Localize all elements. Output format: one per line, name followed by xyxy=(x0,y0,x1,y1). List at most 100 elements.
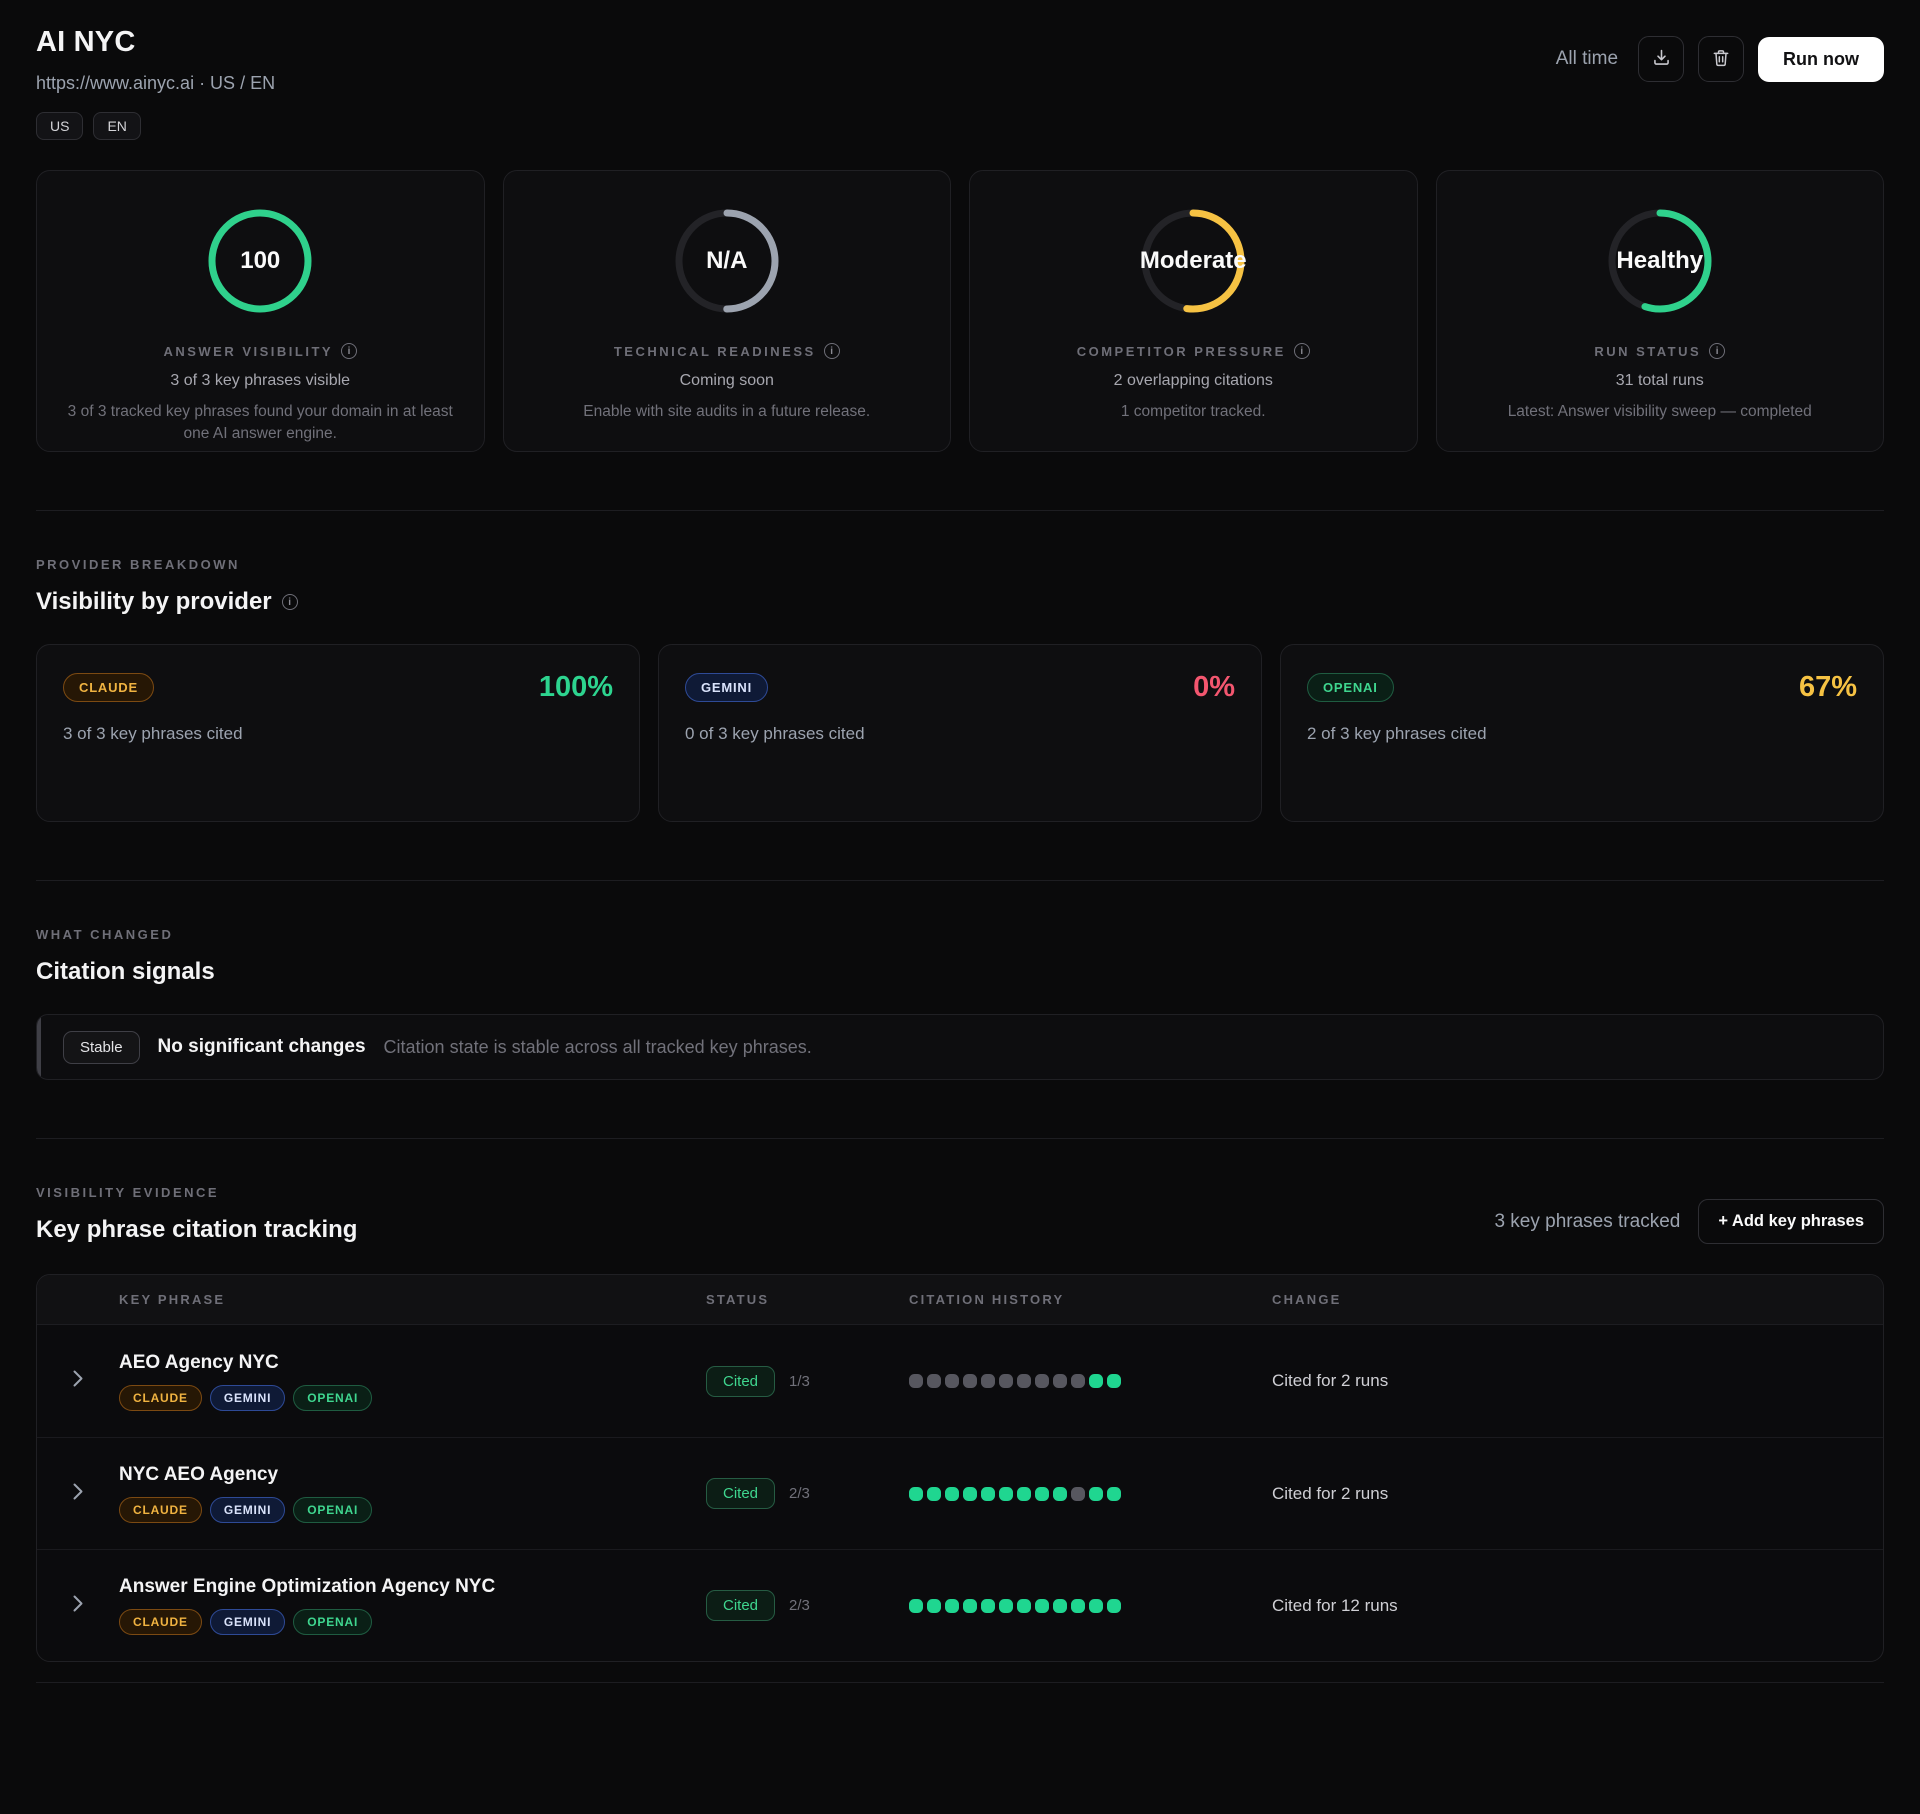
signal-detail: Citation state is stable across all trac… xyxy=(383,1036,812,1057)
history-dot xyxy=(1053,1374,1067,1388)
column-header-change: CHANGE xyxy=(1272,1292,1342,1307)
delete-button[interactable] xyxy=(1698,36,1745,82)
provider-badge-row: CLAUDE GEMINI OPENAI xyxy=(119,1609,706,1635)
key-phrase-title: Answer Engine Optimization Agency NYC xyxy=(119,1576,496,1597)
info-icon[interactable] xyxy=(281,594,298,610)
stat-card-grid: 100 ANSWER VISIBILITY 3 of 3 key phrases… xyxy=(36,170,1884,452)
time-range-filter[interactable]: All time xyxy=(1556,48,1618,70)
table-row[interactable]: NYC AEO Agency CLAUDE GEMINI OPENAI Cited … xyxy=(37,1437,1883,1549)
column-header-citation-history: CITATION HISTORY xyxy=(909,1292,1065,1307)
history-dot xyxy=(1017,1486,1031,1501)
table-body: AEO Agency NYC CLAUDE GEMINI OPENAI Cited … xyxy=(37,1325,1883,1661)
history-dot xyxy=(963,1598,977,1613)
provider-subtext: 3 of 3 key phrases cited xyxy=(63,724,243,743)
expand-row-button[interactable] xyxy=(37,1483,119,1505)
gauge-value: Healthy xyxy=(1616,247,1704,274)
history-dot xyxy=(981,1486,995,1501)
provider-subtext: 2 of 3 key phrases cited xyxy=(1307,724,1487,743)
tag-us: US xyxy=(36,112,84,140)
history-dot xyxy=(1107,1598,1121,1613)
key-phrase-title: NYC AEO Agency xyxy=(119,1464,279,1485)
history-dot xyxy=(1071,1598,1085,1613)
expand-row-button[interactable] xyxy=(37,1595,119,1617)
provider-breakdown-section: PROVIDER BREAKDOWN Visibility by provide… xyxy=(36,557,1884,822)
provider-badge-row: CLAUDE GEMINI OPENAI xyxy=(119,1384,706,1411)
citation-history-dots xyxy=(909,1374,1272,1388)
provider-badge: OPENAI xyxy=(293,1609,373,1635)
citation-signals-section: WHAT CHANGED Citation signals Stable No … xyxy=(36,927,1884,1080)
history-dot xyxy=(1053,1598,1067,1613)
stat-label: RUN STATUS xyxy=(1465,343,1856,359)
info-icon[interactable] xyxy=(1709,343,1726,359)
provider-badge: OPENAI xyxy=(293,1497,373,1523)
provider-badge: CLAUDE xyxy=(119,1384,202,1411)
info-icon[interactable] xyxy=(341,343,358,359)
page-header: AI NYC https://www.ainyc.ai · US / EN US… xyxy=(36,26,1884,140)
status-badge: Cited xyxy=(706,1365,776,1397)
download-button[interactable] xyxy=(1638,36,1685,82)
citation-ratio: 1/3 xyxy=(789,1372,810,1390)
citation-ratio: 2/3 xyxy=(789,1597,810,1614)
competitor-pressure-gauge: Moderate xyxy=(1137,205,1249,317)
provider-badge: GEMINI xyxy=(209,1384,286,1411)
history-dot xyxy=(1089,1598,1103,1613)
column-header-key-phrase: KEY PHRASE xyxy=(119,1292,226,1307)
stat-label: TECHNICAL READINESS xyxy=(532,343,923,359)
stat-card-competitor-pressure: Moderate COMPETITOR PRESSURE 2 overlappi… xyxy=(969,170,1418,452)
provider-card: CLAUDE 100% 3 of 3 key phrases cited xyxy=(36,644,640,822)
history-dot xyxy=(981,1374,995,1388)
provider-card-grid: CLAUDE 100% 3 of 3 key phrases cited GEM… xyxy=(36,644,1884,822)
table-header-row: KEY PHRASE STATUS CITATION HISTORY CHANG… xyxy=(37,1275,1883,1325)
citation-tracking-table: KEY PHRASE STATUS CITATION HISTORY CHANG… xyxy=(36,1274,1884,1662)
stat-description: Enable with site audits in a future rele… xyxy=(583,403,871,420)
stable-badge: Stable xyxy=(63,1030,140,1064)
history-dot xyxy=(1017,1598,1031,1613)
table-row[interactable]: AEO Agency NYC CLAUDE GEMINI OPENAI Cited … xyxy=(37,1325,1883,1437)
provider-badge-row: CLAUDE GEMINI OPENAI xyxy=(119,1497,706,1523)
section-title: Key phrase citation tracking xyxy=(36,1216,358,1243)
history-dot xyxy=(1071,1486,1085,1501)
provider-badge: OPENAI xyxy=(293,1384,373,1411)
citation-history-dots xyxy=(909,1486,1272,1501)
history-dot xyxy=(1107,1486,1121,1501)
provider-badge: CLAUDE xyxy=(63,673,154,702)
change-label: Cited for 2 runs xyxy=(1272,1483,1389,1503)
section-title: Visibility by provider xyxy=(36,588,272,615)
section-divider xyxy=(36,880,1884,881)
history-dot xyxy=(1035,1486,1049,1501)
bottom-divider xyxy=(36,1682,1884,1683)
provider-card: OPENAI 67% 2 of 3 key phrases cited xyxy=(1280,644,1884,822)
gauge-value: Moderate xyxy=(1139,247,1247,274)
table-row[interactable]: Answer Engine Optimization Agency NYC CL… xyxy=(37,1549,1883,1661)
history-dot xyxy=(1035,1374,1049,1388)
citation-signal-row: Stable No significant changes Citation s… xyxy=(36,1014,1884,1080)
stat-subtext: 2 overlapping citations xyxy=(1113,372,1273,389)
key-phrase-tracking-section: VISIBILITY EVIDENCE Key phrase citation … xyxy=(36,1185,1884,1662)
provider-percentage: 100% xyxy=(538,671,613,703)
citation-history-dots xyxy=(909,1598,1272,1613)
history-dot xyxy=(1053,1486,1067,1501)
column-header-status: STATUS xyxy=(706,1292,770,1307)
key-phrase-title: AEO Agency NYC xyxy=(119,1351,279,1373)
provider-percentage: 67% xyxy=(1798,671,1857,703)
change-label: Cited for 2 runs xyxy=(1272,1371,1389,1390)
section-divider xyxy=(36,510,1884,511)
history-dot xyxy=(909,1486,923,1501)
history-dot xyxy=(999,1486,1013,1501)
add-key-phrases-button[interactable]: + Add key phrases xyxy=(1698,1199,1884,1244)
answer-visibility-gauge: 100 xyxy=(204,205,316,317)
history-dot xyxy=(1035,1598,1049,1613)
stat-card-answer-visibility: 100 ANSWER VISIBILITY 3 of 3 key phrases… xyxy=(36,170,485,452)
signal-message: No significant changes xyxy=(157,1036,366,1057)
history-dot xyxy=(1017,1374,1031,1388)
status-badge: Cited xyxy=(706,1478,776,1509)
tag-en: EN xyxy=(93,112,141,140)
info-icon[interactable] xyxy=(1293,343,1310,359)
provider-badge: CLAUDE xyxy=(119,1609,202,1635)
stat-description: Latest: Answer visibility sweep — comple… xyxy=(1507,403,1812,420)
info-icon[interactable] xyxy=(823,343,840,359)
download-icon xyxy=(1651,47,1672,71)
run-now-button[interactable]: Run now xyxy=(1758,36,1884,82)
history-dot xyxy=(945,1486,959,1501)
expand-row-button[interactable] xyxy=(37,1370,119,1392)
